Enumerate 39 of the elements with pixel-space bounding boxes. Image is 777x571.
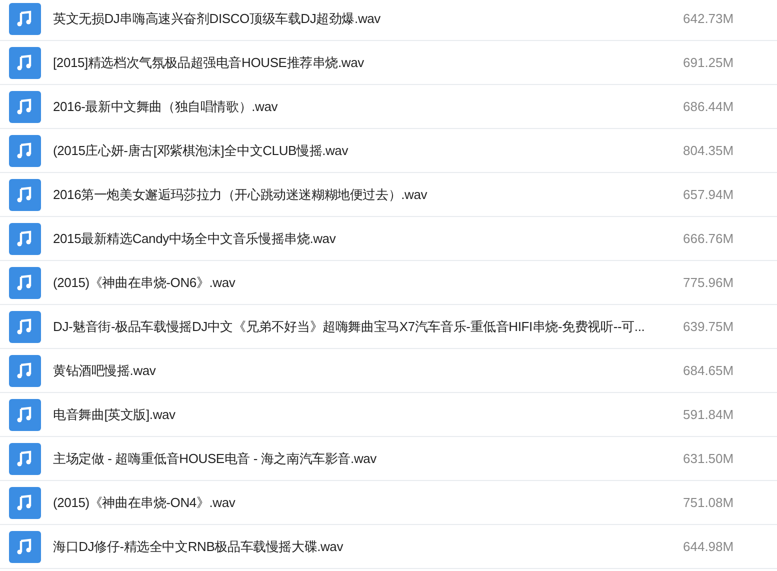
music-file-icon	[9, 310, 41, 342]
file-name[interactable]: 2015最新精选Candy中场全中文音乐慢摇串烧.wav	[53, 230, 668, 248]
file-name[interactable]: 2016第一炮美女邂逅玛莎拉力（开心跳动迷迷糊糊地便过去）.wav	[53, 186, 668, 204]
file-size: 591.84M	[683, 407, 734, 422]
music-file-icon	[9, 222, 41, 254]
file-name[interactable]: 黄钻酒吧慢摇.wav	[53, 362, 668, 380]
file-name[interactable]: 英文无损DJ串嗨高速兴奋剂DISCO顶级车载DJ超劲爆.wav	[53, 10, 668, 28]
file-name[interactable]: DJ-魅音街-极品车载慢摇DJ中文《兄弟不好当》超嗨舞曲宝马X7汽车音乐-重低音HIFI串烧-免费视听--可...	[53, 318, 668, 336]
file-size: 751.08M	[683, 495, 734, 510]
music-file-icon	[9, 442, 41, 474]
music-file-icon	[9, 398, 41, 430]
file-size: 686.44M	[683, 99, 734, 114]
music-file-icon	[9, 134, 41, 166]
file-size: 775.96M	[683, 275, 734, 290]
file-name[interactable]: [2015]精选档次气氛极品超强电音HOUSE推荐串烧.wav	[53, 54, 668, 72]
music-file-icon	[9, 2, 41, 34]
file-size: 804.35M	[683, 143, 734, 158]
file-name[interactable]: 电音舞曲[英文版].wav	[53, 406, 668, 424]
music-file-icon	[9, 354, 41, 386]
file-size: 666.76M	[683, 231, 734, 246]
file-name[interactable]: (2015庄心妍-唐古[邓紫棋泡沫]全中文CLUB慢摇.wav	[53, 142, 668, 160]
music-file-icon	[9, 178, 41, 210]
music-file-icon	[9, 486, 41, 518]
music-file-icon	[9, 530, 41, 562]
file-name[interactable]: 海口DJ修仔-精选全中文RNB极品车载慢摇大碟.wav	[53, 538, 668, 556]
file-size: 631.50M	[683, 451, 734, 466]
music-file-icon	[9, 46, 41, 78]
music-file-icon	[9, 90, 41, 122]
file-name[interactable]: (2015)《神曲在串烧-ON6》.wav	[53, 274, 668, 292]
file-name[interactable]: (2015)《神曲在串烧-ON4》.wav	[53, 494, 668, 512]
file-size: 691.25M	[683, 55, 734, 70]
file-name[interactable]: 2016-最新中文舞曲（独自唱情歌）.wav	[53, 98, 668, 116]
file-size: 657.94M	[683, 187, 734, 202]
file-size: 684.65M	[683, 363, 734, 378]
file-size: 642.73M	[683, 11, 734, 26]
music-file-icon	[9, 266, 41, 298]
file-size: 639.75M	[683, 319, 734, 334]
file-size: 644.98M	[683, 539, 734, 554]
file-name[interactable]: 主场定做 - 超嗨重低音HOUSE电音 - 海之南汽车影音.wav	[53, 450, 668, 468]
